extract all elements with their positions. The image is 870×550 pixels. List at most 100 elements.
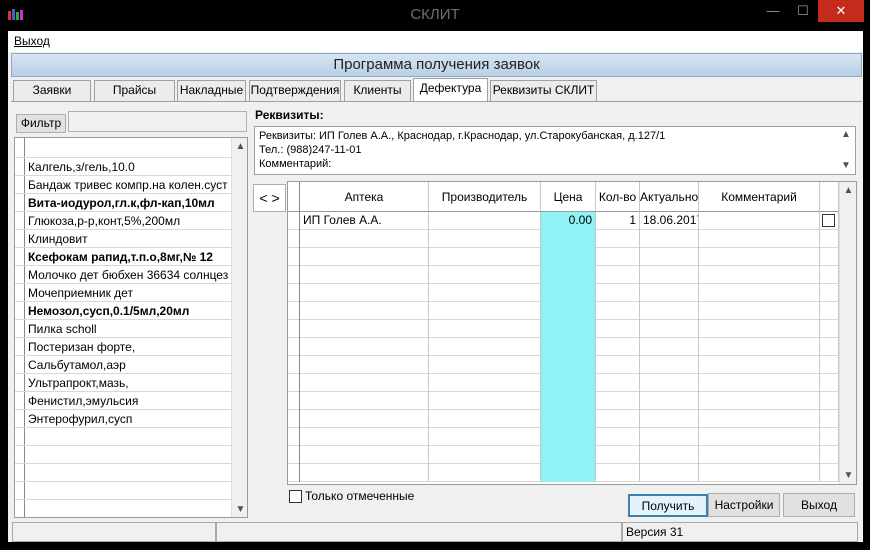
cell-comment[interactable] xyxy=(699,464,820,482)
table-row[interactable] xyxy=(288,284,839,302)
cell-date[interactable] xyxy=(640,356,699,374)
list-item[interactable]: Сальбутамол,аэр xyxy=(15,356,231,374)
table-row[interactable] xyxy=(288,302,839,320)
cell-quantity[interactable] xyxy=(596,284,640,302)
scroll-up-icon[interactable]: ▲ xyxy=(232,141,247,152)
list-item[interactable]: Постеризан форте, xyxy=(15,338,231,356)
cell-date[interactable] xyxy=(640,410,699,428)
cell-comment[interactable] xyxy=(699,248,820,266)
cell-date[interactable] xyxy=(640,284,699,302)
table-row[interactable] xyxy=(288,356,839,374)
list-item[interactable]: Ксефокам рапид,т.п.о,8мг,№ 12 xyxy=(15,248,231,266)
cell-check[interactable] xyxy=(820,410,839,428)
tab-clients[interactable]: Клиенты xyxy=(344,80,411,101)
cell-quantity[interactable] xyxy=(596,230,640,248)
cell-manufacturer[interactable] xyxy=(429,248,541,266)
cell-price[interactable] xyxy=(541,392,596,410)
tab-prices[interactable]: Прайсы xyxy=(94,80,175,101)
cell-quantity[interactable] xyxy=(596,248,640,266)
cell-check[interactable] xyxy=(820,320,839,338)
cell-manufacturer[interactable] xyxy=(429,266,541,284)
cell-comment[interactable] xyxy=(699,320,820,338)
col-price[interactable]: Цена xyxy=(541,182,596,212)
table-row[interactable] xyxy=(288,464,839,482)
cell-price[interactable] xyxy=(541,284,596,302)
cell-price[interactable] xyxy=(541,446,596,464)
only-marked-checkbox[interactable] xyxy=(289,490,302,503)
cell-check[interactable] xyxy=(820,248,839,266)
filter-input[interactable] xyxy=(68,111,247,132)
cell-pharmacy[interactable] xyxy=(300,464,429,482)
cell-check[interactable] xyxy=(820,284,839,302)
filter-button[interactable]: Фильтр xyxy=(16,114,66,133)
list-item[interactable]: Энтерофурил,сусп xyxy=(15,410,231,428)
list-item[interactable]: Глюкоза,р-р,конт,5%,200мл xyxy=(15,212,231,230)
cell-quantity[interactable] xyxy=(596,356,640,374)
product-list[interactable]: Калгель,з/гель,10.0 Бандаж тривес компр.н… xyxy=(14,137,248,518)
cell-date[interactable] xyxy=(640,428,699,446)
table-row[interactable]: ИП Голев А.А. 0.00 1 18.06.2017 xyxy=(288,212,839,230)
cell-pharmacy[interactable] xyxy=(300,266,429,284)
cell-manufacturer[interactable] xyxy=(429,338,541,356)
cell-manufacturer[interactable] xyxy=(429,356,541,374)
cell-comment[interactable] xyxy=(699,374,820,392)
cell-check[interactable] xyxy=(820,356,839,374)
get-button[interactable]: Получить xyxy=(628,494,708,517)
cell-pharmacy[interactable] xyxy=(300,356,429,374)
requisites-scroll-down-icon[interactable]: ▼ xyxy=(839,160,853,171)
grid-scrollbar[interactable]: ▲ ▼ xyxy=(839,182,856,484)
cell-date[interactable] xyxy=(640,464,699,482)
cell-price[interactable] xyxy=(541,428,596,446)
cell-pharmacy[interactable]: ИП Голев А.А. xyxy=(300,212,429,230)
cell-manufacturer[interactable] xyxy=(429,428,541,446)
table-row[interactable] xyxy=(288,338,839,356)
cell-quantity[interactable] xyxy=(596,302,640,320)
cell-pharmacy[interactable] xyxy=(300,320,429,338)
cell-check[interactable] xyxy=(820,338,839,356)
cell-price[interactable] xyxy=(541,338,596,356)
cell-manufacturer[interactable] xyxy=(429,374,541,392)
table-row[interactable] xyxy=(288,446,839,464)
cell-quantity[interactable] xyxy=(596,338,640,356)
list-item[interactable]: Ультрапрокт,мазь, xyxy=(15,374,231,392)
tab-sklit-requisites[interactable]: Реквизиты СКЛИТ xyxy=(490,80,597,101)
cell-date[interactable] xyxy=(640,392,699,410)
cell-price[interactable] xyxy=(541,302,596,320)
cell-date[interactable] xyxy=(640,302,699,320)
cell-comment[interactable] xyxy=(699,428,820,446)
cell-pharmacy[interactable] xyxy=(300,338,429,356)
cell-manufacturer[interactable] xyxy=(429,320,541,338)
cell-check[interactable] xyxy=(820,266,839,284)
tab-confirmations[interactable]: Подтверждения xyxy=(249,80,341,101)
cell-quantity[interactable] xyxy=(596,320,640,338)
cell-quantity[interactable]: 1 xyxy=(596,212,640,230)
prev-next-button[interactable]: < > xyxy=(253,184,286,212)
scroll-down-icon[interactable]: ▼ xyxy=(232,504,247,515)
grid-scroll-up-icon[interactable]: ▲ xyxy=(840,185,856,196)
list-item[interactable]: Клиндовит xyxy=(15,230,231,248)
cell-quantity[interactable] xyxy=(596,446,640,464)
list-item[interactable]: Пилка scholl xyxy=(15,320,231,338)
col-manufacturer[interactable]: Производитель xyxy=(429,182,541,212)
cell-comment[interactable] xyxy=(699,266,820,284)
cell-pharmacy[interactable] xyxy=(300,248,429,266)
cell-quantity[interactable] xyxy=(596,464,640,482)
table-row[interactable] xyxy=(288,392,839,410)
cell-price[interactable] xyxy=(541,320,596,338)
table-row[interactable] xyxy=(288,266,839,284)
col-quantity[interactable]: Кол-во xyxy=(596,182,640,212)
table-row[interactable] xyxy=(288,230,839,248)
cell-comment[interactable] xyxy=(699,302,820,320)
cell-comment[interactable] xyxy=(699,338,820,356)
cell-check[interactable] xyxy=(820,428,839,446)
list-item[interactable] xyxy=(15,500,231,517)
cell-check[interactable] xyxy=(820,374,839,392)
cell-date[interactable] xyxy=(640,446,699,464)
cell-quantity[interactable] xyxy=(596,428,640,446)
cell-pharmacy[interactable] xyxy=(300,428,429,446)
maximize-button[interactable]: ☐ xyxy=(788,0,818,22)
cell-check[interactable] xyxy=(820,212,839,230)
cell-date[interactable] xyxy=(640,266,699,284)
cell-date[interactable] xyxy=(640,230,699,248)
col-actual-date[interactable]: Актуально д xyxy=(640,182,699,212)
